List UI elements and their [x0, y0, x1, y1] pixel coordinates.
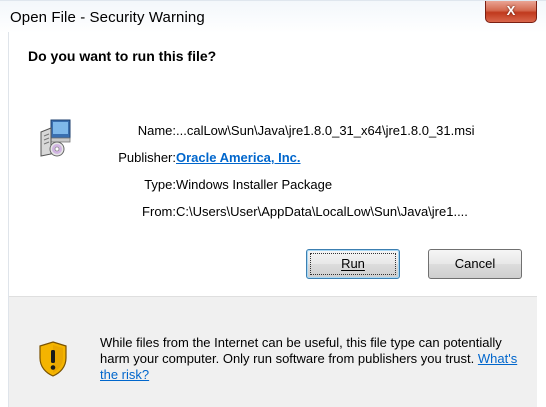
type-label: Type: — [144, 177, 176, 192]
close-button[interactable]: X — [485, 1, 537, 23]
warning-text: While files from the Internet can be use… — [100, 335, 502, 366]
title-bar[interactable]: Open File - Security Warning X — [0, 0, 546, 33]
window-title: Open File - Security Warning — [10, 9, 205, 26]
publisher-label: Publisher: — [118, 150, 176, 165]
warning-shield-icon — [39, 341, 67, 377]
focus-ring — [310, 253, 396, 275]
name-label: Name: — [137, 123, 176, 138]
from-label: From: — [142, 204, 176, 219]
cancel-button[interactable]: Cancel — [428, 249, 522, 279]
warning-message: While files from the Internet can be use… — [100, 335, 520, 383]
publisher-value-wrapper: Oracle America, Inc. — [176, 150, 301, 165]
cancel-button-label: Cancel — [454, 256, 496, 271]
installer-package-icon — [40, 119, 71, 157]
dialog-heading: Do you want to run this file? — [28, 48, 217, 64]
name-value: ...calLow\Sun\Java\jre1.8.0_31_x64\jre1.… — [176, 123, 475, 138]
security-warning-dialog: Open File - Security Warning X Do you wa… — [0, 0, 546, 407]
run-button[interactable]: Run — [306, 249, 400, 279]
publisher-link[interactable]: Oracle America, Inc. — [176, 150, 301, 165]
close-icon: X — [506, 3, 516, 18]
type-value: Windows Installer Package — [176, 177, 333, 192]
from-value: C:\Users\User\AppData\LocalLow\Sun\Java\… — [176, 204, 468, 219]
